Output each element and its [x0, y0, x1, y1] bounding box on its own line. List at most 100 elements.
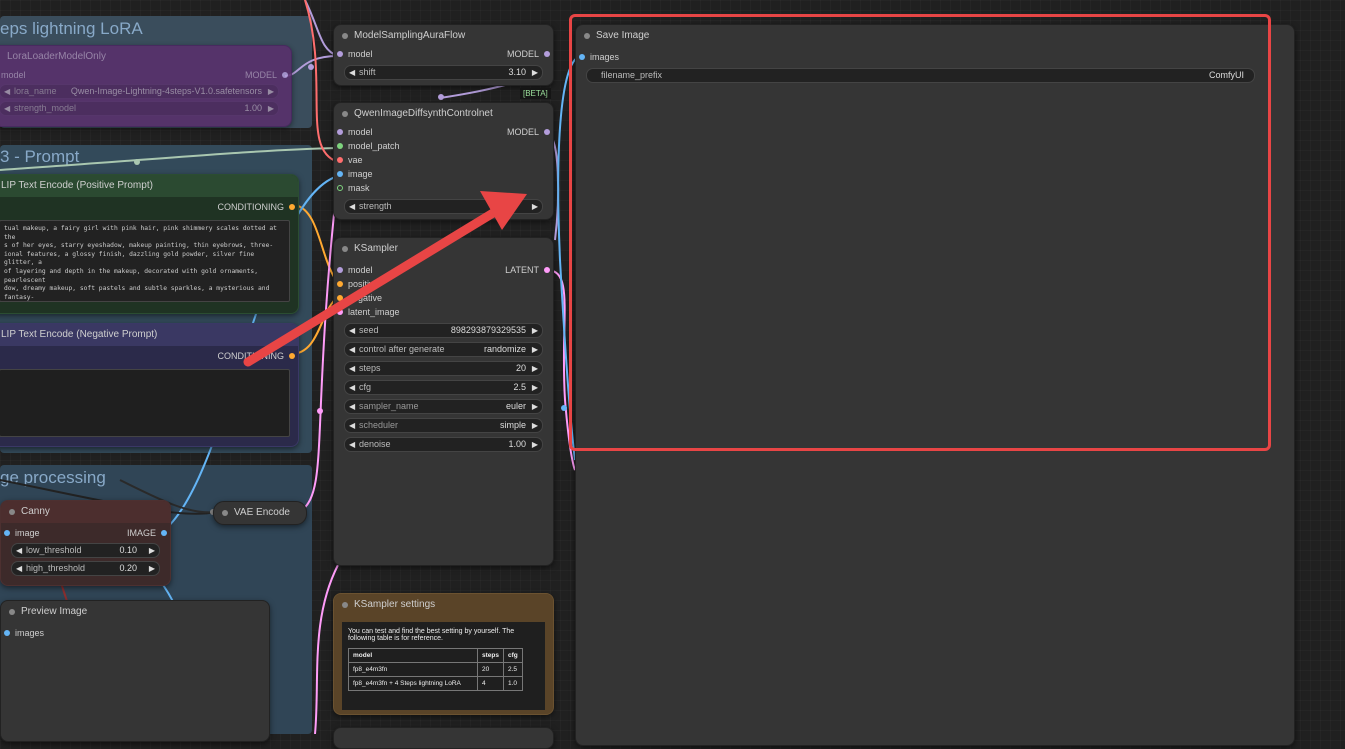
node-title: VAE Encode — [234, 507, 290, 518]
increment-arrow-icon[interactable]: ▶ — [268, 102, 274, 115]
increment-arrow-icon[interactable]: ▶ — [532, 324, 538, 337]
preview-image-node[interactable]: Preview Image images — [0, 600, 270, 742]
negative-prompt-textarea[interactable] — [0, 369, 290, 437]
output-image-socket[interactable] — [161, 530, 167, 536]
increment-arrow-icon[interactable]: ▶ — [268, 85, 274, 98]
model-sampling-auraflow-node[interactable]: ModelSamplingAuraFlow model MODEL ◀ shif… — [333, 24, 554, 86]
vae-encode-node[interactable]: VAE Encode — [213, 501, 307, 525]
input-positive-socket[interactable] — [337, 281, 343, 287]
output-model-socket[interactable] — [544, 51, 550, 57]
decrement-arrow-icon[interactable]: ◀ — [4, 85, 10, 98]
canny-node[interactable]: Canny image IMAGE ◀ low_threshold 0.10 ▶… — [0, 500, 171, 586]
input-images-socket[interactable] — [4, 630, 10, 636]
increment-arrow-icon[interactable]: ▶ — [532, 362, 538, 375]
node-title: ModelSamplingAuraFlow — [354, 30, 466, 41]
input-model-patch-socket[interactable] — [337, 143, 343, 149]
node-title: Canny — [21, 506, 50, 517]
decrement-arrow-icon[interactable]: ◀ — [349, 343, 355, 356]
decrement-arrow-icon[interactable]: ◀ — [349, 419, 355, 432]
steps-widget[interactable]: ◀ steps 20 ▶ — [344, 361, 543, 376]
collapse-dot-icon[interactable] — [9, 509, 15, 515]
input-vae-socket[interactable] — [337, 157, 343, 163]
seed-widget[interactable]: ◀ seed 898293879329535 ▶ — [344, 323, 543, 338]
increment-arrow-icon[interactable]: ▶ — [532, 200, 538, 213]
input-mask-socket[interactable] — [337, 185, 343, 191]
table-row: fp8_e4m3fn + 4 Steps lightning LoRA 4 1.… — [348, 676, 523, 691]
increment-arrow-icon[interactable]: ▶ — [532, 343, 538, 356]
output-conditioning-socket[interactable] — [289, 353, 295, 359]
note-text: You can test and find the best setting b… — [348, 628, 515, 642]
group-title: eps lightning LoRA — [0, 19, 143, 38]
denoise-widget[interactable]: ◀ denoise 1.00 ▶ — [344, 437, 543, 452]
positive-prompt-textarea[interactable]: tual makeup, a fairy girl with pink hair… — [0, 220, 290, 302]
settings-table: model steps cfg fp8_e4m3fn 20 2.5 fp8_e4… — [348, 648, 523, 691]
decrement-arrow-icon[interactable]: ◀ — [16, 544, 22, 557]
positive-prompt-node[interactable]: LIP Text Encode (Positive Prompt) CONDIT… — [0, 174, 299, 314]
lora-name-widget[interactable]: ◀ lora_name Qwen-Image-Lightning-4steps-… — [0, 84, 279, 99]
partial-node-bottom[interactable] — [333, 727, 554, 749]
increment-arrow-icon[interactable]: ▶ — [532, 381, 538, 394]
decrement-arrow-icon[interactable]: ◀ — [349, 381, 355, 394]
output-model-socket[interactable] — [282, 72, 288, 78]
input-negative-socket[interactable] — [337, 295, 343, 301]
collapse-dot-icon[interactable] — [222, 510, 228, 516]
input-model-socket[interactable] — [337, 51, 343, 57]
high-threshold-widget[interactable]: ◀ high_threshold 0.20 ▶ — [11, 561, 160, 576]
increment-arrow-icon[interactable]: ▶ — [532, 400, 538, 413]
increment-arrow-icon[interactable]: ▶ — [532, 419, 538, 432]
decrement-arrow-icon[interactable]: ◀ — [16, 562, 22, 575]
input-model-socket[interactable] — [337, 129, 343, 135]
collapse-dot-icon[interactable] — [9, 609, 15, 615]
decrement-arrow-icon[interactable]: ◀ — [349, 66, 355, 79]
group-title: ge processing — [0, 468, 106, 487]
cfg-widget[interactable]: ◀ cfg 2.5 ▶ — [344, 380, 543, 395]
input-images-socket[interactable] — [579, 54, 585, 60]
decrement-arrow-icon[interactable]: ◀ — [349, 400, 355, 413]
collapse-dot-icon[interactable] — [342, 602, 348, 608]
collapse-dot-icon[interactable] — [342, 246, 348, 252]
control-after-generate-widget[interactable]: ◀ control after generate randomize ▶ — [344, 342, 543, 357]
node-title: LIP Text Encode (Positive Prompt) — [0, 175, 298, 197]
strength-model-widget[interactable]: ◀ strength_model 1.00 ▶ — [0, 101, 279, 116]
table-header-row: model steps cfg — [348, 648, 523, 663]
strength-widget[interactable]: ◀ strength ▶ — [344, 199, 543, 214]
scheduler-widget[interactable]: ◀ scheduler simple ▶ — [344, 418, 543, 433]
filename-prefix-widget[interactable]: filename_prefix ComfyUI — [586, 68, 1255, 83]
note-content: You can test and find the best setting b… — [342, 622, 545, 710]
node-title: Save Image — [596, 30, 650, 41]
increment-arrow-icon[interactable]: ▶ — [532, 438, 538, 451]
qwen-controlnet-node[interactable]: QwenImageDiffsynthControlnet model MODEL… — [333, 102, 554, 220]
low-threshold-widget[interactable]: ◀ low_threshold 0.10 ▶ — [11, 543, 160, 558]
ksampler-settings-note[interactable]: KSampler settings You can test and find … — [333, 593, 554, 715]
decrement-arrow-icon[interactable]: ◀ — [349, 438, 355, 451]
node-title: KSampler — [354, 243, 398, 254]
decrement-arrow-icon[interactable]: ◀ — [349, 362, 355, 375]
node-title: Preview Image — [21, 606, 88, 617]
increment-arrow-icon[interactable]: ▶ — [149, 544, 155, 557]
decrement-arrow-icon[interactable]: ◀ — [349, 324, 355, 337]
save-image-node[interactable]: Save Image images filename_prefix ComfyU… — [575, 24, 1295, 746]
sampler-name-widget[interactable]: ◀ sampler_name euler ▶ — [344, 399, 543, 414]
output-latent-socket[interactable] — [544, 267, 550, 273]
lora-loader-node[interactable]: LoraLoaderModelOnly model MODEL ◀ lora_n… — [0, 45, 292, 127]
shift-widget[interactable]: ◀ shift 3.10 ▶ — [344, 65, 543, 80]
output-model-socket[interactable] — [544, 129, 550, 135]
decrement-arrow-icon[interactable]: ◀ — [349, 200, 355, 213]
node-title: LIP Text Encode (Negative Prompt) — [0, 324, 298, 346]
collapse-dot-icon[interactable] — [342, 111, 348, 117]
node-title: QwenImageDiffsynthControlnet — [354, 108, 493, 119]
input-image-socket[interactable] — [337, 171, 343, 177]
negative-prompt-node[interactable]: LIP Text Encode (Negative Prompt) CONDIT… — [0, 323, 299, 447]
input-image-socket[interactable] — [4, 530, 10, 536]
ksampler-node[interactable]: KSampler model LATENT positive negative … — [333, 237, 554, 566]
increment-arrow-icon[interactable]: ▶ — [149, 562, 155, 575]
input-model-socket[interactable] — [337, 267, 343, 273]
output-conditioning-socket[interactable] — [289, 204, 295, 210]
decrement-arrow-icon[interactable]: ◀ — [4, 102, 10, 115]
group-title: 3 - Prompt — [0, 147, 80, 166]
collapse-dot-icon[interactable] — [584, 33, 590, 39]
collapse-dot-icon[interactable] — [342, 33, 348, 39]
increment-arrow-icon[interactable]: ▶ — [532, 66, 538, 79]
table-row: fp8_e4m3fn 20 2.5 — [348, 662, 523, 677]
input-latent-socket[interactable] — [337, 309, 343, 315]
